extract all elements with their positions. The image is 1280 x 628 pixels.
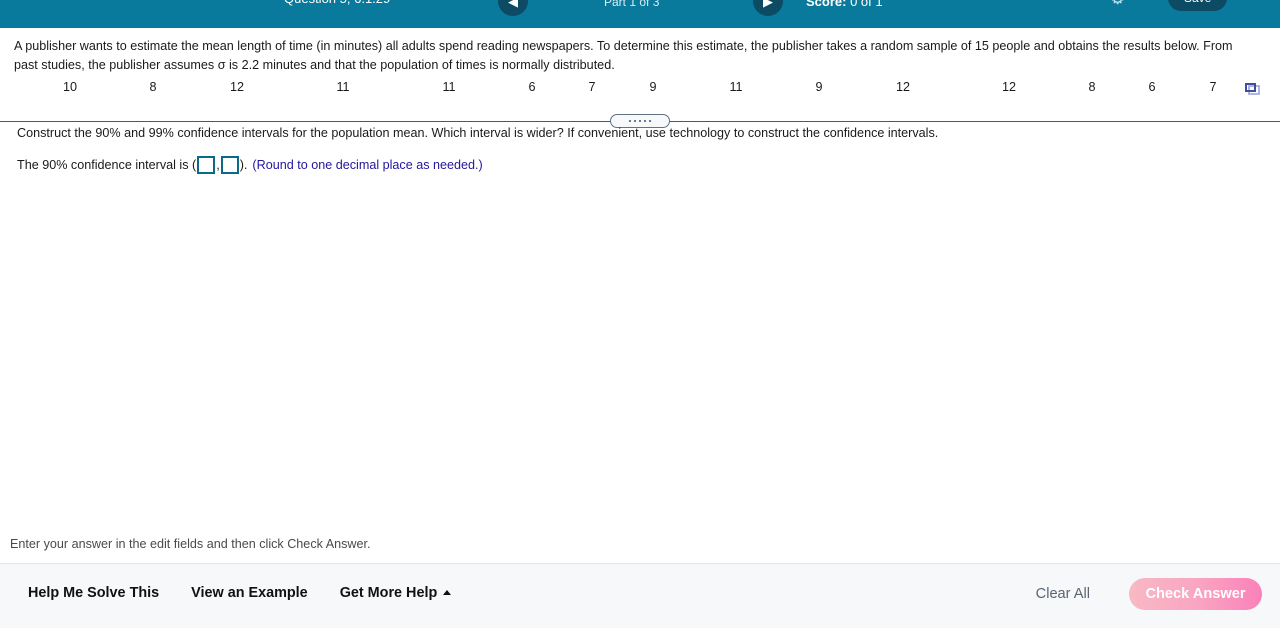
- sub-question-text: Construct the 90% and 99% confidence int…: [17, 126, 939, 140]
- save-button[interactable]: Save: [1168, 0, 1228, 11]
- data-value: 8: [1088, 80, 1096, 94]
- data-value: 11: [336, 80, 350, 94]
- answer-separator: ,: [216, 158, 220, 172]
- help-links-group: Help Me Solve This View an Example Get M…: [28, 585, 452, 601]
- chevron-left-icon: ◀: [508, 0, 518, 9]
- data-value: 10: [62, 80, 78, 94]
- handle-dot: [629, 120, 631, 122]
- data-value: 11: [442, 80, 456, 94]
- confidence-interval-lower-input[interactable]: [197, 156, 216, 174]
- rounding-hint: (Round to one decimal place as needed.): [252, 158, 483, 172]
- data-value: 9: [649, 80, 657, 94]
- app-header: Question 5, 6.1.29 ◀ Part 1 of 3 ▶ Score…: [0, 0, 1280, 28]
- handle-dot: [639, 120, 641, 122]
- data-value: 6: [1148, 80, 1156, 94]
- help-me-solve-this-label: Help Me Solve This: [28, 585, 160, 601]
- check-answer-button[interactable]: Check Answer: [1129, 578, 1262, 610]
- help-me-solve-this-button[interactable]: Help Me Solve This: [28, 585, 159, 601]
- data-value: 11: [729, 80, 743, 94]
- chevron-right-icon: ▶: [763, 0, 773, 9]
- data-value: 8: [149, 80, 157, 94]
- part-indicator: Part 1 of 3: [604, 0, 660, 9]
- answer-entry-line: The 90% confidence interval is ( , ). (R…: [17, 156, 483, 174]
- answer-suffix-text: ).: [239, 158, 248, 172]
- previous-question-button[interactable]: ◀: [498, 0, 528, 16]
- question-content-panel: A publisher wants to estimate the mean l…: [0, 28, 1280, 565]
- view-an-example-button[interactable]: View an Example: [191, 585, 308, 601]
- gear-icon[interactable]: ⚙: [1110, 0, 1125, 7]
- get-more-help-label: Get More Help: [339, 585, 438, 601]
- view-an-example-label: View an Example: [191, 585, 308, 601]
- data-value: 12: [895, 80, 911, 94]
- score-value: 0 of 1: [850, 0, 883, 9]
- handle-dot: [649, 120, 651, 122]
- clear-all-button[interactable]: Clear All: [1036, 586, 1090, 602]
- answer-prefix-text: The 90% confidence interval is (: [17, 158, 197, 172]
- score-display: Score: 0 of 1: [806, 0, 883, 9]
- handle-dot: [634, 120, 636, 122]
- data-value: 7: [588, 80, 596, 94]
- copy-icon[interactable]: [1245, 83, 1261, 97]
- handle-dot: [644, 120, 646, 122]
- next-question-button[interactable]: ▶: [753, 0, 783, 16]
- data-value: 9: [815, 80, 823, 94]
- data-value: 6: [528, 80, 536, 94]
- data-value: 7: [1209, 80, 1217, 94]
- data-value: 12: [1001, 80, 1017, 94]
- confidence-interval-upper-input[interactable]: [220, 156, 239, 174]
- data-value: 12: [229, 80, 245, 94]
- footer-toolbar: Help Me Solve This View an Example Get M…: [0, 563, 1280, 628]
- score-label: Score:: [806, 0, 847, 9]
- sample-data-row: 10 8 12 11 11 6 7 9 11 9 12 12 8 6 7: [0, 80, 1280, 102]
- caret-up-icon: [443, 589, 452, 595]
- question-label: Question 5, 6.1.29: [284, 0, 390, 6]
- get-more-help-button[interactable]: Get More Help: [340, 585, 452, 601]
- question-prompt: A publisher wants to estimate the mean l…: [14, 39, 1233, 72]
- status-message: Enter your answer in the edit fields and…: [10, 537, 371, 551]
